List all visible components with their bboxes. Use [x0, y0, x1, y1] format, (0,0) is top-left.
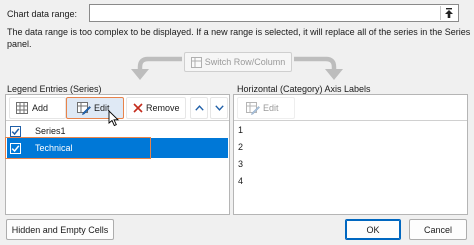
hidden-empty-cells-button[interactable]: Hidden and Empty Cells — [6, 219, 114, 240]
edit-series-icon — [77, 101, 91, 115]
collapse-dialog-arrow-up-icon — [445, 7, 453, 18]
cancel-button[interactable]: Cancel — [409, 219, 467, 240]
chevron-up-icon — [194, 105, 204, 111]
axis-labels-title: Horizontal (Category) Axis Labels — [237, 84, 371, 94]
legend-remove-label: Remove — [146, 103, 180, 113]
axis-toolbar-divider — [234, 120, 467, 121]
switch-row-column-button[interactable]: Switch Row/Column — [184, 52, 292, 72]
hidden-empty-cells-label: Hidden and Empty Cells — [11, 224, 109, 235]
move-up-button[interactable] — [190, 97, 208, 119]
range-warning-line-1: The data range is too complex to be disp… — [7, 27, 471, 37]
mouse-cursor-icon — [108, 110, 120, 127]
collapse-dialog-button[interactable] — [440, 6, 457, 20]
remove-x-icon — [133, 103, 143, 113]
legend-entries-title: Legend Entries (Series) — [7, 84, 102, 94]
legend-add-button[interactable]: Add — [9, 97, 66, 119]
axis-edit-button[interactable]: Edit — [237, 97, 295, 119]
legend-remove-button[interactable]: Remove — [126, 97, 186, 119]
axis-label-item: 1 — [238, 125, 244, 135]
axis-labels-panel: Edit 1 2 3 4 — [233, 94, 468, 215]
chart-data-range-input[interactable] — [89, 4, 459, 22]
axis-label-item: 2 — [238, 142, 244, 152]
switch-row-column-label: Switch Row/Column — [204, 57, 286, 67]
ok-label: OK — [366, 224, 380, 235]
switch-row-column-icon — [190, 56, 202, 68]
cancel-label: Cancel — [423, 224, 452, 235]
ok-button[interactable]: OK — [345, 219, 401, 240]
axis-edit-label: Edit — [263, 103, 279, 113]
checkmark-icon — [11, 127, 20, 135]
move-down-button[interactable] — [210, 97, 228, 119]
chevron-down-icon — [214, 105, 224, 111]
axis-label-item: 4 — [238, 176, 244, 186]
series1-label: Series1 — [35, 126, 66, 136]
legend-add-label: Add — [32, 103, 49, 113]
edit-axis-icon — [246, 101, 260, 115]
chart-data-range-label: Chart data range: — [7, 9, 78, 19]
technical-highlight-outline — [5, 137, 151, 159]
series1-checkbox[interactable] — [10, 125, 21, 137]
add-series-icon — [16, 102, 28, 114]
range-warning-line-2: panel. — [7, 39, 32, 49]
axis-label-item: 3 — [238, 159, 244, 169]
